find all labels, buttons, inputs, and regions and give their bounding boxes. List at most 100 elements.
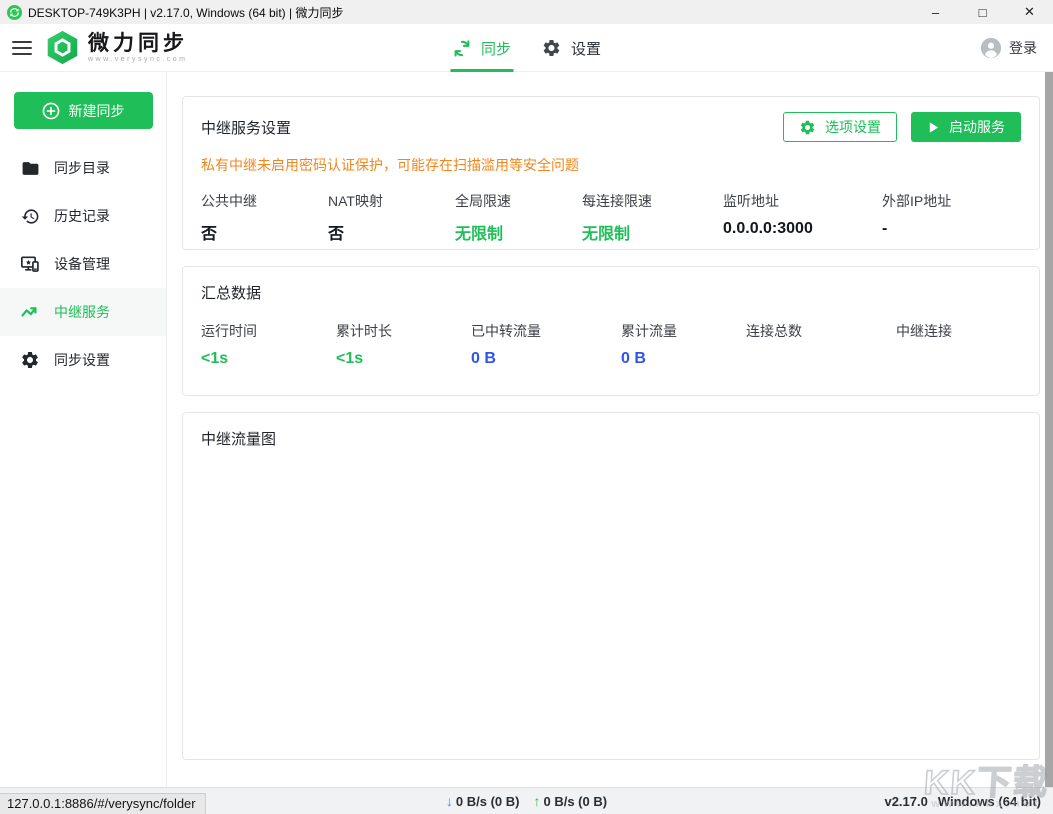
tab-settings-label: 设置 (571, 38, 601, 59)
app-version: v2.17.0 (884, 794, 927, 809)
field-value: 0 B (621, 350, 746, 369)
window-title: DESKTOP-749K3PH | v2.17.0, Windows (64 b… (28, 4, 343, 21)
history-icon (20, 206, 40, 226)
field-uptime: 运行时间 <1s (201, 321, 336, 369)
chart-card-title: 中继流量图 (201, 428, 276, 449)
field-value: 无限制 (455, 220, 582, 244)
login-button[interactable]: 登录 (980, 37, 1037, 59)
relay-warning-text: 私有中继未启用密码认证保护，可能存在扫描滥用等安全问题 (201, 155, 1021, 175)
network-stats: ↓ 0 B/s (0 B) ↑ 0 B/s (0 B) (446, 793, 607, 809)
field-label: 连接总数 (746, 321, 896, 341)
sidebar-item-sync-folders[interactable]: 同步目录 (0, 144, 166, 192)
sidebar-item-label: 中继服务 (54, 302, 110, 322)
field-label: 每连接限速 (582, 191, 723, 211)
options-settings-label: 选项设置 (825, 117, 881, 137)
sidebar-item-label: 设备管理 (54, 254, 110, 274)
field-global-speed-limit: 全局限速 无限制 (455, 191, 582, 244)
sidebar-item-sync-settings[interactable]: 同步设置 (0, 336, 166, 384)
sidebar-item-label: 同步目录 (54, 158, 110, 178)
field-value: 否 (201, 220, 328, 244)
play-icon (927, 121, 940, 134)
menu-icon[interactable] (12, 37, 32, 59)
maximize-button[interactable]: □ (959, 0, 1006, 24)
field-label: 中继连接 (896, 321, 1021, 341)
url-status-tooltip: 127.0.0.1:8886/#/verysync/folder (0, 793, 206, 814)
gear-icon (20, 350, 40, 370)
sidebar-item-history[interactable]: 历史记录 (0, 192, 166, 240)
tab-settings[interactable]: 设置 (541, 24, 601, 72)
app-icon (7, 5, 22, 20)
tab-sync[interactable]: 同步 (452, 24, 511, 72)
gear-icon (799, 119, 816, 136)
brand-name: 微力同步 (88, 33, 188, 55)
field-label: 运行时间 (201, 321, 336, 341)
version-info: v2.17.0 Windows (64 bit) (884, 794, 1041, 809)
field-label: 已中转流量 (471, 321, 621, 341)
field-value: 0.0.0.0:3000 (723, 220, 882, 239)
relay-settings-card: 中继服务设置 选项设置 启动服务 私有中继未启用密码认证保护，可能存在扫描滥用等… (182, 96, 1040, 250)
brand: 微力同步 www.verysync.com (44, 29, 188, 66)
field-value: 0 B (471, 350, 621, 369)
field-value: 无限制 (582, 220, 723, 244)
sidebar-item-label: 历史记录 (54, 206, 110, 226)
gear-icon (541, 38, 561, 58)
field-label: NAT映射 (328, 191, 455, 211)
close-button[interactable]: ✕ (1006, 0, 1053, 24)
start-service-button[interactable]: 启动服务 (911, 112, 1021, 142)
relay-fields: 公共中继 否 NAT映射 否 全局限速 无限制 每连接限速 无限制 监听地址 (201, 191, 1021, 244)
summary-fields: 运行时间 <1s 累计时长 <1s 已中转流量 0 B 累计流量 0 B 连接总… (201, 321, 1021, 369)
main-content: 中继服务设置 选项设置 启动服务 私有中继未启用密码认证保护，可能存在扫描滥用等… (167, 72, 1053, 787)
sidebar: 新建同步 同步目录 历史记录 (0, 72, 167, 787)
field-public-relay: 公共中继 否 (201, 191, 328, 244)
window-titlebar: DESKTOP-749K3PH | v2.17.0, Windows (64 b… (0, 0, 1053, 24)
field-relayed-traffic: 已中转流量 0 B (471, 321, 621, 369)
field-total-duration: 累计时长 <1s (336, 321, 471, 369)
field-value: - (882, 220, 1021, 239)
brand-url: www.verysync.com (88, 56, 188, 63)
field-value: 否 (328, 220, 455, 244)
field-value (746, 350, 896, 369)
field-value: <1s (336, 350, 471, 369)
plus-circle-icon (42, 102, 60, 120)
sidebar-menu: 同步目录 历史记录 (0, 144, 166, 384)
field-label: 累计流量 (621, 321, 746, 341)
start-service-label: 启动服务 (949, 117, 1005, 137)
field-label: 全局限速 (455, 191, 582, 211)
sync-icon (452, 39, 471, 58)
options-settings-button[interactable]: 选项设置 (783, 112, 897, 142)
tab-sync-label: 同步 (481, 38, 511, 59)
field-value (896, 350, 1021, 369)
field-label: 外部IP地址 (882, 191, 1021, 211)
sidebar-item-devices[interactable]: 设备管理 (0, 240, 166, 288)
main-tabs: 同步 设置 (452, 24, 601, 72)
app-header: 微力同步 www.verysync.com 同步 设置 登录 (0, 24, 1053, 72)
upload-rate: 0 B/s (0 B) (544, 794, 608, 809)
minimize-button[interactable]: – (912, 0, 959, 24)
field-label: 累计时长 (336, 321, 471, 341)
scrollbar-thumb[interactable] (1045, 72, 1053, 787)
new-sync-label: 新建同步 (69, 101, 125, 121)
relay-activity-icon (20, 302, 40, 322)
download-rate: 0 B/s (0 B) (456, 794, 520, 809)
new-sync-button[interactable]: 新建同步 (14, 92, 153, 129)
upload-arrow-icon: ↑ (534, 793, 541, 809)
sidebar-item-relay[interactable]: 中继服务 (0, 288, 166, 336)
field-value: <1s (201, 350, 336, 369)
os-info: Windows (64 bit) (938, 794, 1041, 809)
field-nat-mapping: NAT映射 否 (328, 191, 455, 244)
upload-stats: ↑ 0 B/s (0 B) (534, 793, 608, 809)
field-per-connection-limit: 每连接限速 无限制 (582, 191, 723, 244)
vertical-scrollbar[interactable] (1045, 72, 1053, 787)
summary-card: 汇总数据 运行时间 <1s 累计时长 <1s 已中转流量 0 B 累计流量 0 … (182, 266, 1040, 396)
devices-icon (20, 254, 40, 274)
field-label: 监听地址 (723, 191, 882, 211)
relay-traffic-chart-card: 中继流量图 (182, 412, 1040, 760)
user-avatar-icon (980, 37, 1002, 59)
login-label: 登录 (1009, 38, 1037, 58)
summary-card-title: 汇总数据 (201, 282, 261, 303)
download-stats: ↓ 0 B/s (0 B) (446, 793, 520, 809)
field-relay-connections: 中继连接 (896, 321, 1021, 369)
field-total-traffic: 累计流量 0 B (621, 321, 746, 369)
folder-icon (20, 158, 40, 178)
field-total-connections: 连接总数 (746, 321, 896, 369)
